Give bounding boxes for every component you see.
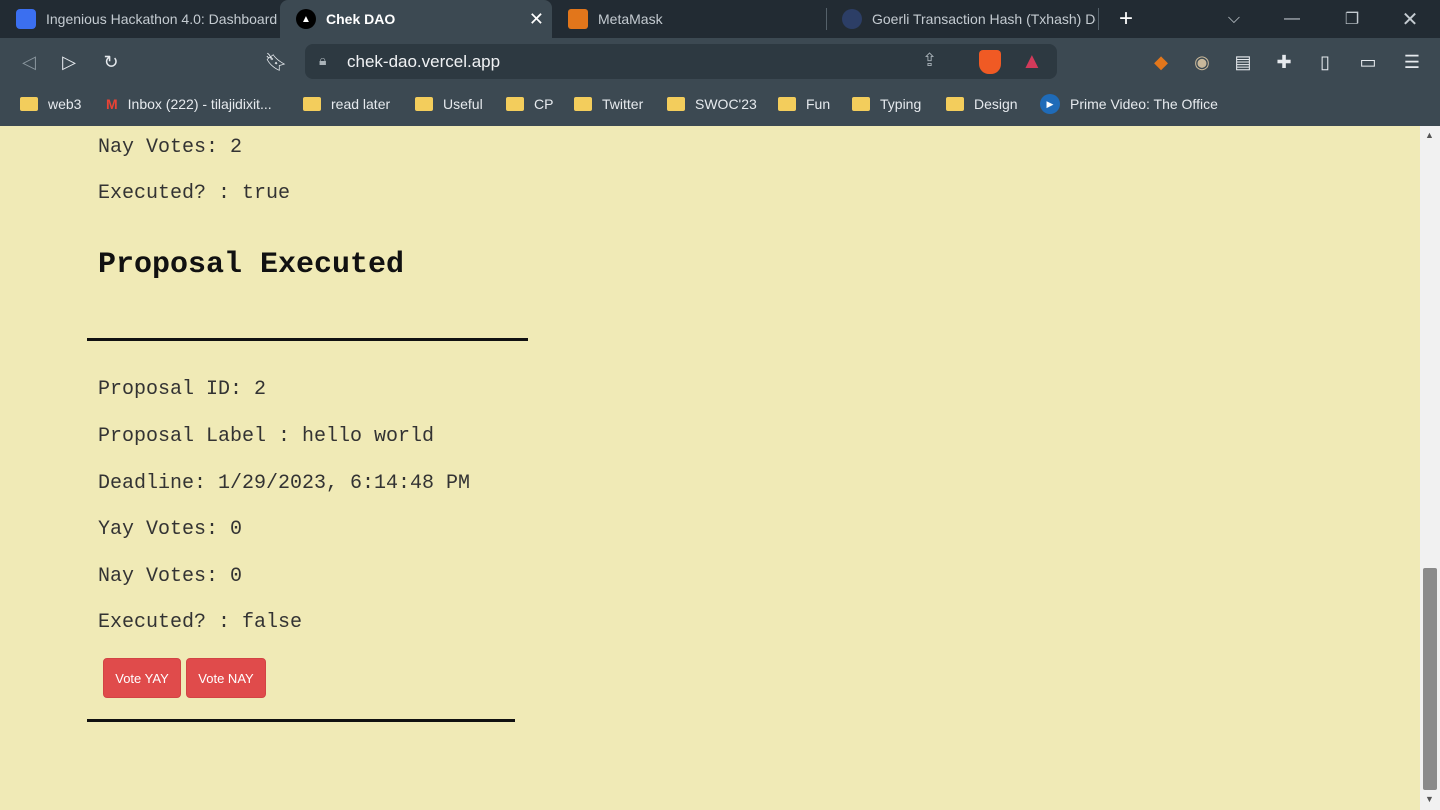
metamask-fox-icon — [568, 9, 588, 29]
gmail-icon: M — [106, 96, 118, 112]
tab-hackathon[interactable]: Ingenious Hackathon 4.0: Dashboard — [0, 0, 280, 38]
restore-icon[interactable]: ❐ — [1332, 0, 1372, 38]
folder-icon — [303, 97, 321, 111]
extension-icon[interactable]: ◉ — [1190, 50, 1214, 74]
scroll-up-icon[interactable]: ▲ — [1425, 130, 1434, 140]
forward-icon[interactable]: ▷ — [57, 50, 81, 74]
bookmark-cp[interactable]: CP — [506, 93, 553, 115]
yay-votes: Yay Votes: 0 — [98, 518, 243, 541]
share-icon[interactable]: ⇪ — [922, 50, 937, 71]
prime-video-icon: ▶ — [1040, 94, 1060, 114]
triangle-favicon-icon: ▲ — [296, 9, 316, 29]
tab-chek-dao[interactable]: ▲ Chek DAO ✕ — [280, 0, 552, 38]
bookmark-read-later[interactable]: read later — [303, 93, 390, 115]
close-tab-icon[interactable]: ✕ — [529, 9, 544, 30]
new-tab-icon[interactable]: + — [1106, 0, 1146, 38]
nay-votes: Nay Votes: 2 — [98, 136, 243, 159]
proposal-label: Proposal Label : hello world — [98, 425, 435, 448]
bookmark-web3[interactable]: web3 — [20, 93, 81, 115]
extensions-puzzle-icon[interactable]: ✚ — [1272, 50, 1296, 74]
divider — [87, 719, 515, 722]
back-icon[interactable]: ◁ — [17, 50, 41, 74]
folder-icon — [415, 97, 433, 111]
bookmark-twitter[interactable]: Twitter — [574, 93, 643, 115]
tab-bar: Ingenious Hackathon 4.0: Dashboard ▲ Chek… — [0, 0, 1440, 38]
menu-icon[interactable]: ☰ — [1400, 50, 1424, 74]
proposal-executed-heading: Proposal Executed — [98, 248, 405, 282]
dashboard-favicon-icon — [16, 9, 36, 29]
lock-icon: 🔒︎ — [319, 52, 327, 68]
executed-status: Executed? : false — [98, 611, 303, 634]
folder-icon — [506, 97, 524, 111]
vote-nay-button[interactable]: Vote NAY — [186, 658, 266, 698]
bookmark-typing[interactable]: Typing — [852, 93, 921, 115]
bookmark-design[interactable]: Design — [946, 93, 1018, 115]
metamask-extension-icon[interactable]: ◆ — [1149, 50, 1173, 74]
tab-goerli[interactable]: Goerli Transaction Hash (Txhash) Details — [826, 0, 1096, 38]
sidebar-icon[interactable]: ▯ — [1313, 50, 1337, 74]
url-text[interactable]: chek-dao.vercel.app — [347, 52, 500, 72]
bookmark-icon[interactable]: 🔖︎ — [264, 50, 288, 74]
tab-metamask[interactable]: MetaMask — [552, 0, 822, 38]
bookmark-swoc[interactable]: SWOC'23 — [667, 93, 757, 115]
window-close-icon[interactable]: ✕ — [1390, 0, 1430, 38]
brave-rewards-icon[interactable]: ▲ — [1021, 48, 1043, 74]
folder-icon — [946, 97, 964, 111]
bookmark-fun[interactable]: Fun — [778, 93, 830, 115]
scroll-down-icon[interactable]: ▼ — [1425, 794, 1434, 804]
bookmark-prime-video[interactable]: ▶ Prime Video: The Office — [1040, 93, 1218, 115]
wallet-icon[interactable]: ▭ — [1356, 50, 1380, 74]
bookmark-useful[interactable]: Useful — [415, 93, 483, 115]
executed-status: Executed? : true — [98, 182, 291, 205]
tab-search-chevron-icon[interactable]: ⌵ — [1214, 0, 1254, 38]
reload-icon[interactable]: ↻ — [99, 50, 123, 74]
page-content: Nay Votes: 2 Executed? : true Proposal E… — [0, 126, 1420, 810]
folder-icon — [778, 97, 796, 111]
minimize-icon[interactable]: — — [1272, 0, 1312, 38]
reader-mode-icon[interactable]: ▤ — [1231, 50, 1255, 74]
address-bar[interactable]: 🔒︎ chek-dao.vercel.app ⇪ ▲ — [305, 44, 1057, 79]
scrollbar-thumb[interactable] — [1423, 568, 1437, 790]
etherscan-icon — [842, 9, 862, 29]
deadline: Deadline: 1/29/2023, 6:14:48 PM — [98, 472, 471, 495]
folder-icon — [20, 97, 38, 111]
folder-icon — [574, 97, 592, 111]
folder-icon — [852, 97, 870, 111]
folder-icon — [667, 97, 685, 111]
bookmark-gmail[interactable]: M Inbox (222) - tilajidixit... — [106, 93, 272, 115]
proposal-id: Proposal ID: 2 — [98, 378, 267, 401]
nay-votes: Nay Votes: 0 — [98, 565, 243, 588]
divider — [87, 338, 528, 341]
vote-yay-button[interactable]: Vote YAY — [103, 658, 181, 698]
brave-shields-icon[interactable] — [979, 50, 1001, 74]
scrollbar[interactable]: ▲ ▼ — [1420, 126, 1440, 810]
